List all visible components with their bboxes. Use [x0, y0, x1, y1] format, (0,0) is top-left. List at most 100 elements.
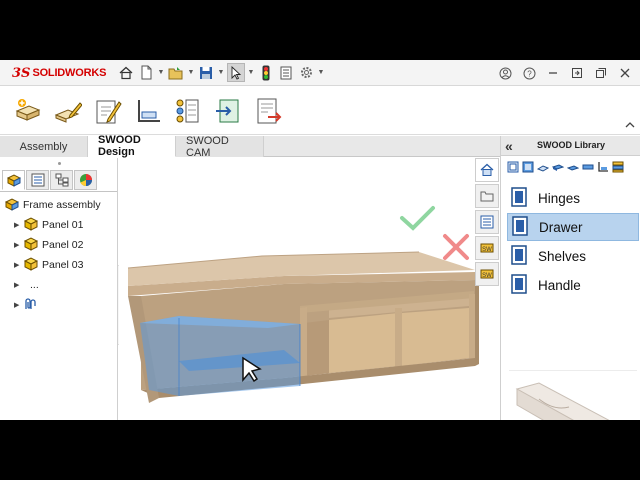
select-cursor-icon[interactable] [227, 63, 245, 82]
tab-swood-cam[interactable]: SWOOD CAM [176, 135, 264, 159]
command-tabs: Assembly SWOOD Design SWOOD CAM [0, 134, 500, 159]
home-tab-icon[interactable] [475, 158, 499, 182]
collapse-panel-icon[interactable]: « [505, 138, 513, 154]
task-pane-tabs: SW SW [475, 158, 501, 288]
tree-item-panel-01[interactable]: ▶ Panel 01 [0, 215, 117, 235]
add-panel-icon[interactable] [12, 95, 44, 127]
door-filter-icon[interactable] [520, 159, 535, 175]
minimize-icon[interactable] [544, 64, 562, 82]
property-manager-tab-icon[interactable] [26, 170, 49, 190]
save-dropdown-icon[interactable]: ▼ [217, 63, 225, 82]
collapse-ribbon-icon[interactable] [624, 120, 636, 130]
cabinet-filter-icon[interactable] [505, 159, 520, 175]
open-folder-icon[interactable] [167, 63, 185, 82]
quick-access-toolbar: ▼ ▼ ▼ ▼ ▼ [117, 63, 325, 82]
new-document-icon[interactable] [137, 63, 155, 82]
panel-resize-grip[interactable] [0, 158, 118, 168]
help-icon[interactable]: ? [520, 64, 538, 82]
library-item-label: Shelves [538, 248, 587, 264]
corner-filter-icon[interactable] [595, 159, 610, 175]
options-gear-icon[interactable] [297, 63, 315, 82]
panel-tabs [2, 170, 97, 190]
expand-arrow-icon[interactable]: ▶ [14, 221, 22, 229]
ds-logo-mark: 3S [12, 65, 31, 81]
app-window: 3S SOLIDWORKS ▼ ▼ ▼ ▼ ▼ ? Assembly SWOOD… [0, 60, 640, 420]
feature-manager-panel: Frame assembly ▶ Panel 01 ▶ Panel 02 ▶ P… [0, 158, 118, 420]
library-title: SWOOD Library [537, 140, 606, 150]
panel-filter-icon[interactable] [535, 159, 550, 175]
brand-name: SOLIDWORKS [32, 67, 107, 79]
tree-item-panel-03[interactable]: ▶ Panel 03 [0, 255, 117, 275]
title-bar: 3S SOLIDWORKS ▼ ▼ ▼ ▼ ▼ ? [0, 60, 640, 86]
shelf-filter-icon[interactable] [565, 159, 580, 175]
feature-tree-tab-icon[interactable] [2, 170, 25, 190]
swood-tab-icon-1[interactable]: SW [475, 236, 499, 260]
solidworks-logo[interactable]: 3S SOLIDWORKS [12, 65, 106, 81]
user-account-icon[interactable] [496, 64, 514, 82]
tab-assembly[interactable]: Assembly [0, 136, 88, 157]
board-filter-icon[interactable] [550, 159, 565, 175]
new-dropdown-icon[interactable]: ▼ [157, 63, 165, 82]
corner-joint-icon[interactable] [132, 95, 164, 127]
restore-down-icon[interactable] [568, 64, 586, 82]
import-library-icon[interactable] [212, 95, 244, 127]
expand-arrow-icon[interactable]: ▶ [14, 281, 22, 289]
part-icon [22, 256, 39, 274]
properties-tab-icon[interactable] [475, 210, 499, 234]
library-header: « SWOOD Library [501, 136, 640, 156]
furniture-model[interactable] [119, 158, 500, 420]
library-item-label: Drawer [539, 219, 583, 235]
shelves-icon [511, 244, 527, 268]
close-icon[interactable] [616, 64, 634, 82]
open-dropdown-icon[interactable]: ▼ [187, 63, 195, 82]
window-controls: ? [496, 64, 634, 82]
library-item-drawer[interactable]: Drawer [507, 213, 639, 241]
drawer-preview-image [509, 370, 637, 420]
confirm-checkmark-icon[interactable] [400, 206, 435, 231]
tree-root-item[interactable]: Frame assembly [0, 195, 117, 215]
expand-arrow-icon[interactable]: ▶ [14, 261, 22, 269]
expand-arrow-icon[interactable]: ▶ [14, 301, 22, 309]
home-icon[interactable] [117, 63, 135, 82]
tree-item-panel-02[interactable]: ▶ Panel 02 [0, 235, 117, 255]
feature-tree: Frame assembly ▶ Panel 01 ▶ Panel 02 ▶ P… [0, 191, 117, 315]
maximize-icon[interactable] [592, 64, 610, 82]
stack-filter-icon[interactable] [610, 159, 625, 175]
export-report-icon[interactable] [252, 95, 284, 127]
display-manager-tab-icon[interactable] [74, 170, 97, 190]
options-dropdown-icon[interactable]: ▼ [317, 63, 325, 82]
tree-item-label: Panel 03 [42, 259, 84, 271]
svg-text:?: ? [527, 69, 532, 78]
tree-item-more[interactable]: ▶ ... [0, 275, 117, 295]
library-item-label: Handle [538, 277, 581, 293]
library-filter-icons [505, 159, 625, 175]
hinges-icon [511, 186, 527, 210]
tree-item-label: Panel 01 [42, 219, 84, 231]
tree-item-mates[interactable]: ▶ [0, 295, 117, 315]
edit-sketch-icon[interactable] [92, 95, 124, 127]
file-properties-icon[interactable] [277, 63, 295, 82]
file-explorer-tab-icon[interactable] [475, 184, 499, 208]
expand-arrow-icon[interactable]: ▶ [14, 241, 22, 249]
graphics-viewport[interactable] [119, 158, 500, 420]
tree-item-label: Panel 02 [42, 239, 84, 251]
tree-more-label: ... [30, 279, 39, 291]
component-properties-icon[interactable] [172, 95, 204, 127]
configuration-tab-icon[interactable] [50, 170, 73, 190]
tab-swood-design[interactable]: SWOOD Design [88, 134, 176, 158]
library-list: Hinges Drawer Shelves Handle [507, 184, 639, 300]
edge-filter-icon[interactable] [580, 159, 595, 175]
cancel-x-icon[interactable] [443, 234, 469, 260]
command-manager [0, 87, 640, 135]
handle-icon [511, 273, 527, 297]
save-icon[interactable] [197, 63, 215, 82]
drawer-icon [512, 215, 528, 239]
swood-tab-icon-2[interactable]: SW [475, 262, 499, 286]
edit-panel-icon[interactable] [52, 95, 84, 127]
library-item-shelves[interactable]: Shelves [507, 242, 639, 270]
rebuild-icon[interactable] [257, 63, 275, 82]
library-item-hinges[interactable]: Hinges [507, 184, 639, 212]
svg-text:SW: SW [482, 247, 492, 253]
library-item-handle[interactable]: Handle [507, 271, 639, 299]
select-dropdown-icon[interactable]: ▼ [247, 63, 255, 82]
